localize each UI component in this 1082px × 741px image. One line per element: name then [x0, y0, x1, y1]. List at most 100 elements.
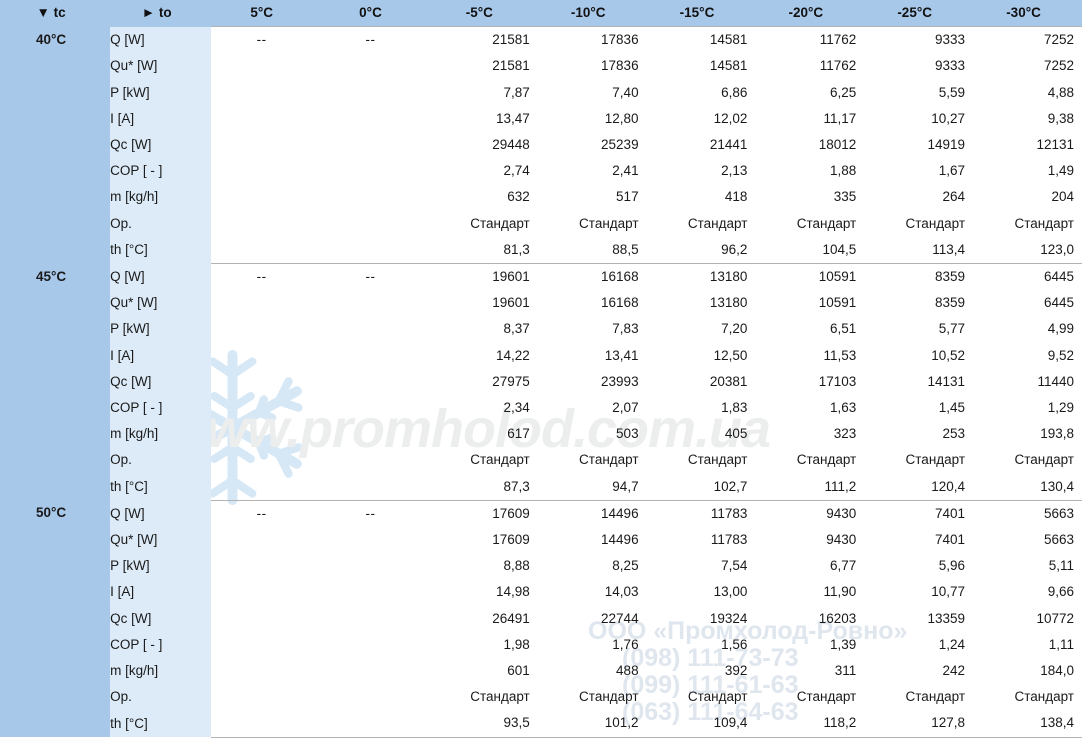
value-cell: 5,11: [1048, 558, 1074, 574]
value-cell: 204: [1051, 189, 1074, 205]
value-cell: [320, 421, 429, 447]
value-cell: 23993: [601, 373, 639, 389]
table-row: Op. Стандарт Стандарт Стандарт Стандарт Станд…: [0, 684, 1082, 711]
parameter-label: I [A]: [110, 342, 212, 369]
value-cell: 13180: [709, 295, 748, 311]
value-cell: [320, 132, 429, 158]
value-cell: 13,47: [495, 110, 530, 126]
value-cell: 1,98: [503, 636, 530, 652]
parameter-label: I [A]: [110, 579, 212, 606]
header-tc: ▼ tc: [0, 0, 111, 27]
value-cell: 1,24: [938, 636, 966, 652]
value-cell: 16168: [601, 295, 639, 311]
header-col-3: -10°C: [537, 0, 647, 27]
parameter-label: th [°C]: [110, 236, 212, 264]
value-cell: 17836: [601, 58, 639, 74]
value-cell: [320, 579, 429, 605]
value-cell-empty: --: [211, 26, 321, 54]
value-cell: 1,45: [938, 400, 966, 416]
table-body: 40°C Q [W] -- -- 21581 17836 14581 11762 9333 725…: [0, 26, 1082, 738]
value-cell: [320, 80, 429, 106]
value-cell: 101,2: [537, 710, 647, 738]
value-cell: 5,96: [938, 558, 966, 574]
value-cell: 11,53: [823, 347, 857, 363]
value-cell: 5,59: [938, 84, 966, 100]
table-row: m [kg/h] 632 517 418 335 264 204: [0, 184, 1082, 211]
value-cell: 253: [942, 426, 966, 442]
value-cell: Стандарт: [905, 215, 966, 231]
value-cell: 111,2: [755, 473, 865, 501]
value-cell: 14919: [927, 137, 966, 153]
header-to-label: to: [158, 5, 172, 21]
value-cell: 7,87: [503, 84, 530, 100]
value-cell: [211, 369, 320, 395]
value-cell: [211, 236, 321, 265]
value-cell: 1,67: [938, 163, 966, 179]
value-cell: 4,88: [1047, 84, 1074, 100]
value-cell: 11783: [646, 499, 756, 528]
value-cell: 8359: [935, 295, 966, 311]
value-cell: 81,3: [428, 236, 538, 265]
parameter-label: COP [ - ]: [110, 395, 212, 422]
value-cell: 7401: [935, 532, 966, 548]
parameter-label: I [A]: [110, 105, 212, 133]
parameter-label: Qc [W]: [110, 605, 212, 632]
value-cell: 19324: [709, 610, 748, 626]
table-row: th [°C] 81,3 88,5 96,2 104,5 113,4 123,0: [0, 236, 1082, 265]
value-cell: 26491: [492, 610, 530, 626]
table-row: 50°C Q [W] -- -- 17609 14496 11783 9430 7401 5663: [0, 499, 1082, 738]
value-cell: Стандарт: [687, 689, 748, 705]
value-cell: 7,54: [721, 558, 748, 574]
value-cell: [320, 290, 429, 316]
value-cell: 6,86: [721, 84, 748, 100]
value-cell: Стандарт: [796, 452, 857, 468]
table-head: ▼ tc ► to 5°C 0°C -5°C -10°C -15°C -20°C…: [0, 0, 1082, 27]
value-cell: 102,7: [646, 473, 756, 501]
parameter-label: Qu* [W]: [110, 290, 212, 317]
value-cell: [211, 290, 320, 316]
value-cell: Стандарт: [796, 689, 857, 705]
parameter-label: P [kW]: [110, 316, 212, 343]
value-cell-empty: --: [211, 263, 321, 291]
value-cell: [320, 106, 429, 132]
value-cell: [320, 184, 429, 210]
value-cell: [211, 211, 320, 237]
value-cell: 8359: [864, 263, 974, 291]
value-cell: [211, 447, 320, 473]
value-cell: [320, 710, 429, 738]
value-cell: 10591: [818, 295, 857, 311]
value-cell: Стандарт: [687, 452, 748, 468]
table-row: m [kg/h] 617 503 405 323 253 193,8: [0, 421, 1082, 448]
value-cell: 1,88: [829, 163, 857, 179]
value-cell: [211, 579, 320, 605]
value-cell: 8,37: [503, 321, 530, 337]
performance-table-wrap: ▼ tc ► to 5°C 0°C -5°C -10°C -15°C -20°C…: [0, 0, 1082, 738]
value-cell: 14,22: [495, 347, 530, 363]
value-cell: 118,2: [755, 710, 865, 738]
value-cell: 13,41: [604, 347, 639, 363]
parameter-label: Op.: [110, 210, 212, 237]
table-row: Qc [W] 29448 25239 21441 18012 14919 12131: [0, 132, 1082, 159]
value-cell: 1,76: [612, 636, 639, 652]
value-cell-empty: --: [211, 499, 321, 528]
table-row: 45°C Q [W] -- -- 19601 16168 13180 10591 8359 644…: [0, 263, 1082, 501]
parameter-label: m [kg/h]: [110, 658, 212, 685]
value-cell: 27975: [492, 373, 530, 389]
value-cell: 7252: [1043, 58, 1074, 74]
value-cell: 7,83: [612, 321, 639, 337]
value-cell: Стандарт: [579, 452, 639, 468]
value-cell: 5,77: [938, 321, 966, 337]
value-cell: 7401: [864, 499, 974, 528]
table-row: Qc [W] 26491 22744 19324 16203 13359 10772: [0, 605, 1082, 632]
value-cell: 392: [724, 663, 748, 679]
parameter-label: Q [W]: [110, 26, 212, 54]
value-cell: 2,13: [721, 163, 748, 179]
parameter-label: Qu* [W]: [110, 53, 212, 80]
value-cell: 1,49: [1047, 163, 1074, 179]
value-cell-empty: --: [320, 26, 429, 54]
table-row: Qu* [W] 17609 14496 11783 9430 7401 5663: [0, 527, 1082, 554]
parameter-label: Op.: [110, 684, 212, 711]
value-cell: Стандарт: [905, 452, 966, 468]
table-row: Qu* [W] 21581 17836 14581 11762 9333 7252: [0, 53, 1082, 80]
table-row: I [A] 14,22 13,41 12,50 11,53 10,52 9,52: [0, 342, 1082, 369]
